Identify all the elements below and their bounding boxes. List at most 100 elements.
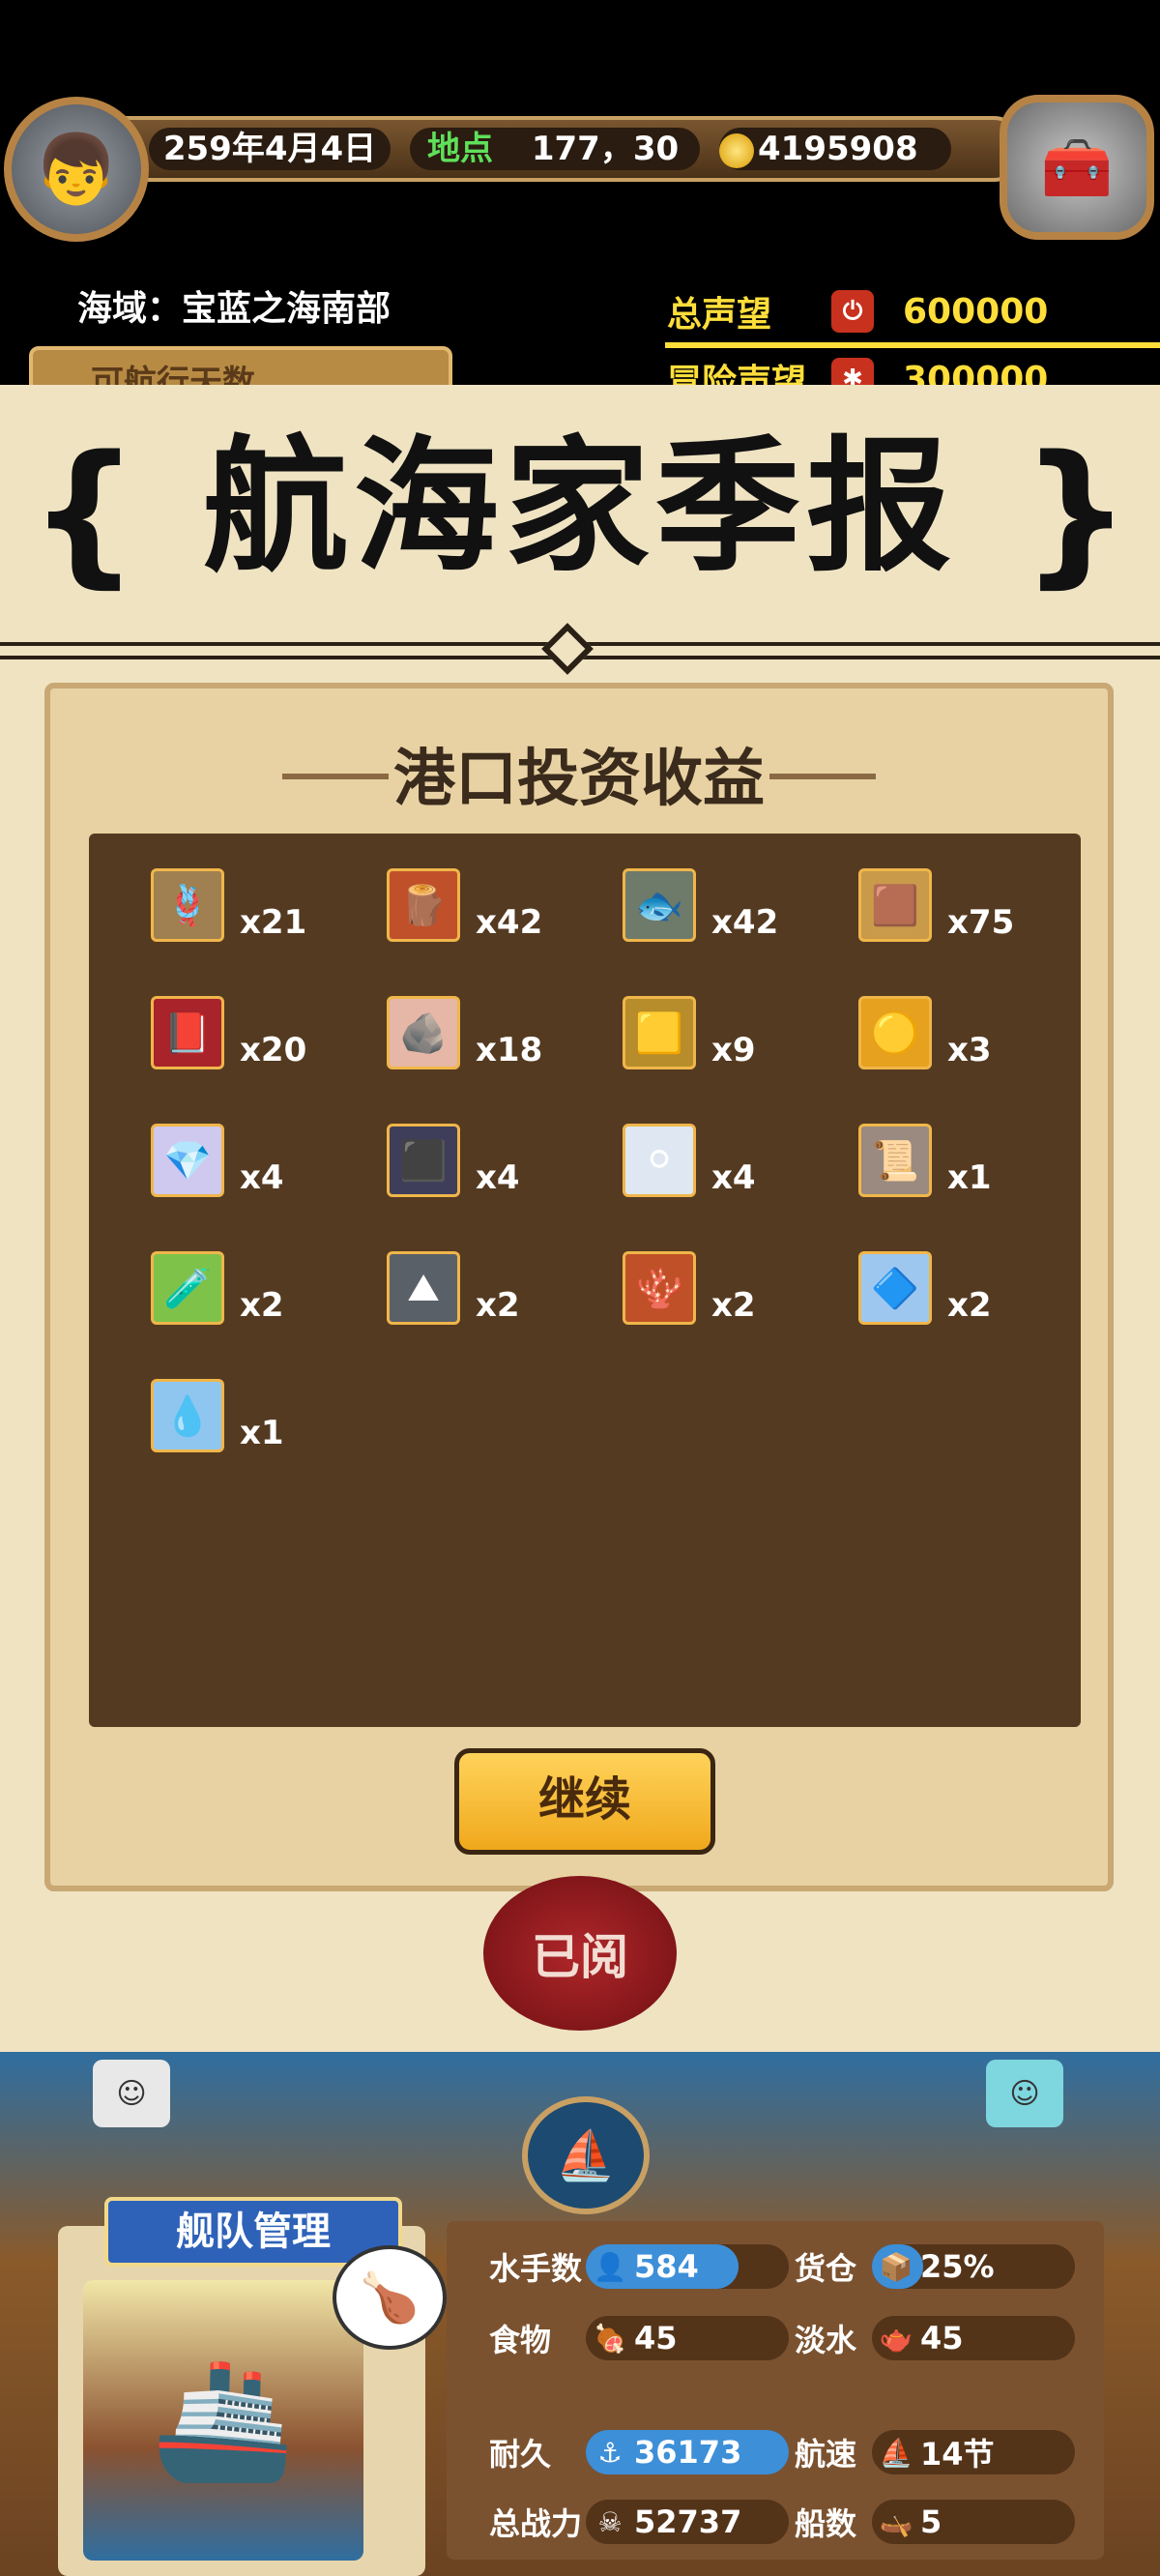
coin-icon [719, 132, 754, 168]
reward-item[interactable]: 🪸 x2 [623, 1251, 835, 1338]
reward-quantity: x3 [947, 1031, 992, 1069]
location-value: 177，30 [531, 130, 680, 168]
player-avatar[interactable]: 👦 [4, 97, 149, 242]
water-drop-icon: 💧 [151, 1379, 224, 1452]
skull-icon: ☠ [597, 2505, 623, 2538]
reward-quantity: x1 [947, 1158, 992, 1197]
pearl-icon: ⚪ [623, 1124, 696, 1197]
water-label: 淡水 [795, 2322, 857, 2358]
stone-icon: 🪨 [387, 996, 460, 1069]
ship-interior-image[interactable]: 🚢 [83, 2280, 363, 2561]
cargo-crate-icon: 📦 [879, 2250, 914, 2283]
food-stat: 食物 🍖 45 [489, 2314, 789, 2362]
gold-value: 4195908 [758, 130, 918, 168]
power-label: 总战力 [489, 2505, 583, 2542]
reward-item[interactable]: 🟡 x3 [858, 996, 1071, 1083]
reward-quantity: x21 [240, 903, 307, 942]
reward-item[interactable]: 🪵 x42 [387, 868, 599, 955]
ships-label: 船数 [795, 2505, 857, 2542]
food-value: 45 [634, 2320, 678, 2356]
reward-quantity: x18 [476, 1031, 543, 1069]
reward-item[interactable]: ⚪ x4 [623, 1124, 835, 1211]
reward-item[interactable]: 🐟 x42 [623, 868, 835, 955]
ships-value: 5 [920, 2503, 942, 2540]
reward-quantity: x2 [711, 1286, 756, 1325]
power-value: 52737 [634, 2503, 742, 2540]
meat-icon: 🍖 [593, 2322, 627, 2355]
reward-quantity: x4 [711, 1158, 756, 1197]
food-label: 食物 [489, 2322, 552, 2358]
sailors-stat: 水手数 👤 584 [489, 2242, 789, 2291]
crystal-icon: 💎 [151, 1124, 224, 1197]
reward-quantity: x4 [476, 1158, 520, 1197]
sailors-value: 584 [634, 2248, 699, 2285]
slate-icon: ⬛ [387, 1124, 460, 1197]
durability-value: 36173 [634, 2434, 742, 2471]
reward-item[interactable]: ⬛ x4 [387, 1124, 599, 1211]
cube-character-icon[interactable]: ☺ [93, 2060, 170, 2127]
cat-character-icon[interactable]: ☺ [986, 2060, 1063, 2127]
cargo-label: 货仓 [795, 2250, 857, 2287]
reward-quantity: x2 [947, 1286, 992, 1325]
fleet-stats: 水手数 👤 584 货仓 📦 25% 食物 🍖 45 淡水 🫖 45 耐久 ⚓ 36173… [447, 2221, 1104, 2560]
investment-dialog: 港口投资收益 🪢 x21 🪵 x42 🐟 x42 🟫 x75 📕 x20 🪨 x18 🟨 x9 🟡 x3 💎 x4… [44, 683, 1114, 1891]
reward-item[interactable]: 📕 x20 [151, 996, 363, 1083]
cloth-stack-icon: 📜 [858, 1124, 932, 1197]
reward-item[interactable]: 💧 x1 [151, 1379, 363, 1466]
wood-plank-icon: 🪵 [387, 868, 460, 942]
treasure-chest-icon[interactable]: 🧰 [1000, 95, 1154, 240]
potion-icon: 🧪 [151, 1251, 224, 1325]
lumber-icon: 🟫 [858, 868, 932, 942]
reward-item[interactable]: 🪨 x18 [387, 996, 599, 1083]
power-stat: 总战力 ☠ 52737 [489, 2498, 789, 2546]
reward-quantity: x42 [711, 903, 779, 942]
durability-stat: 耐久 ⚓ 36173 [489, 2428, 789, 2476]
speed-value: 14节 [920, 2436, 995, 2473]
boat-icon: 🛶 [879, 2505, 914, 2538]
fishbone-icon: 🐟 [623, 868, 696, 942]
reward-item[interactable]: ⛰ x2 [387, 1251, 599, 1338]
rewards-grid: 🪢 x21 🪵 x42 🐟 x42 🟫 x75 📕 x20 🪨 x18 🟨 x9 🟡 x3 💎 x4 ⬛ x4 ⚪ x4 📜… [89, 834, 1081, 1727]
durability-label: 耐久 [489, 2436, 552, 2473]
reward-quantity: x42 [476, 903, 543, 942]
reward-item[interactable]: 🟨 x9 [623, 996, 835, 1083]
reward-item[interactable]: 🟫 x75 [858, 868, 1071, 955]
location-display: 地点 177，30 [410, 128, 700, 170]
sea-area-label: 海域：宝蓝之海南部 [77, 289, 392, 329]
food-bubble-icon[interactable]: 🍗 [333, 2245, 447, 2350]
reward-quantity: x4 [240, 1158, 284, 1197]
reward-item[interactable]: 🪢 x21 [151, 868, 363, 955]
top-hud: 259年4月4日 地点 177，30 4195908 👦 🧰 [0, 95, 1160, 249]
total-reputation: 总声望 ⏻ 600000 [667, 280, 1160, 342]
reward-item[interactable]: 📜 x1 [858, 1124, 1071, 1211]
water-jug-icon: 🫖 [879, 2322, 914, 2355]
date-display: 259年4月4日 [149, 128, 391, 170]
reward-item[interactable]: 🔷 x2 [858, 1251, 1071, 1338]
location-label: 地点 [427, 130, 493, 168]
reward-quantity: x1 [240, 1414, 284, 1452]
status-bar: 259年4月4日 地点 177，30 4195908 [87, 116, 1023, 182]
reward-item[interactable]: 💎 x4 [151, 1124, 363, 1211]
reward-quantity: x75 [947, 903, 1015, 942]
ships-stat: 船数 🛶 5 [795, 2498, 1075, 2546]
ship-icon[interactable]: ⛵ [522, 2096, 650, 2214]
read-seal-button[interactable]: 已阅 [483, 1876, 677, 2031]
sail-icon: ⛵ [879, 2436, 914, 2469]
rope-icon: 🪢 [151, 868, 224, 942]
total-reputation-label: 总声望 [667, 295, 772, 335]
cargo-stat: 货仓 📦 25% [795, 2242, 1075, 2291]
reputation-icon: ⏻ [831, 290, 874, 333]
continue-button[interactable]: 继续 [454, 1748, 715, 1855]
ice-crystal-icon: 🔷 [858, 1251, 932, 1325]
total-reputation-value: 600000 [903, 291, 1049, 332]
coral-icon: 🪸 [623, 1251, 696, 1325]
speed-stat: 航速 ⛵ 14节 [795, 2428, 1075, 2476]
speed-label: 航速 [795, 2436, 857, 2473]
hull-icon: ⚓ [597, 2436, 623, 2469]
water-value: 45 [920, 2320, 964, 2356]
report-title: 航海家季报 [202, 424, 957, 592]
sailor-icon: 👤 [593, 2250, 627, 2283]
fleet-panel: ☺ ☺ ⛵ 🚢 舰队管理 🍗 水手数 👤 584 货仓 📦 25% 食物 🍖 45 淡… [0, 2052, 1160, 2576]
reward-quantity: x2 [476, 1286, 520, 1325]
reward-item[interactable]: 🧪 x2 [151, 1251, 363, 1338]
